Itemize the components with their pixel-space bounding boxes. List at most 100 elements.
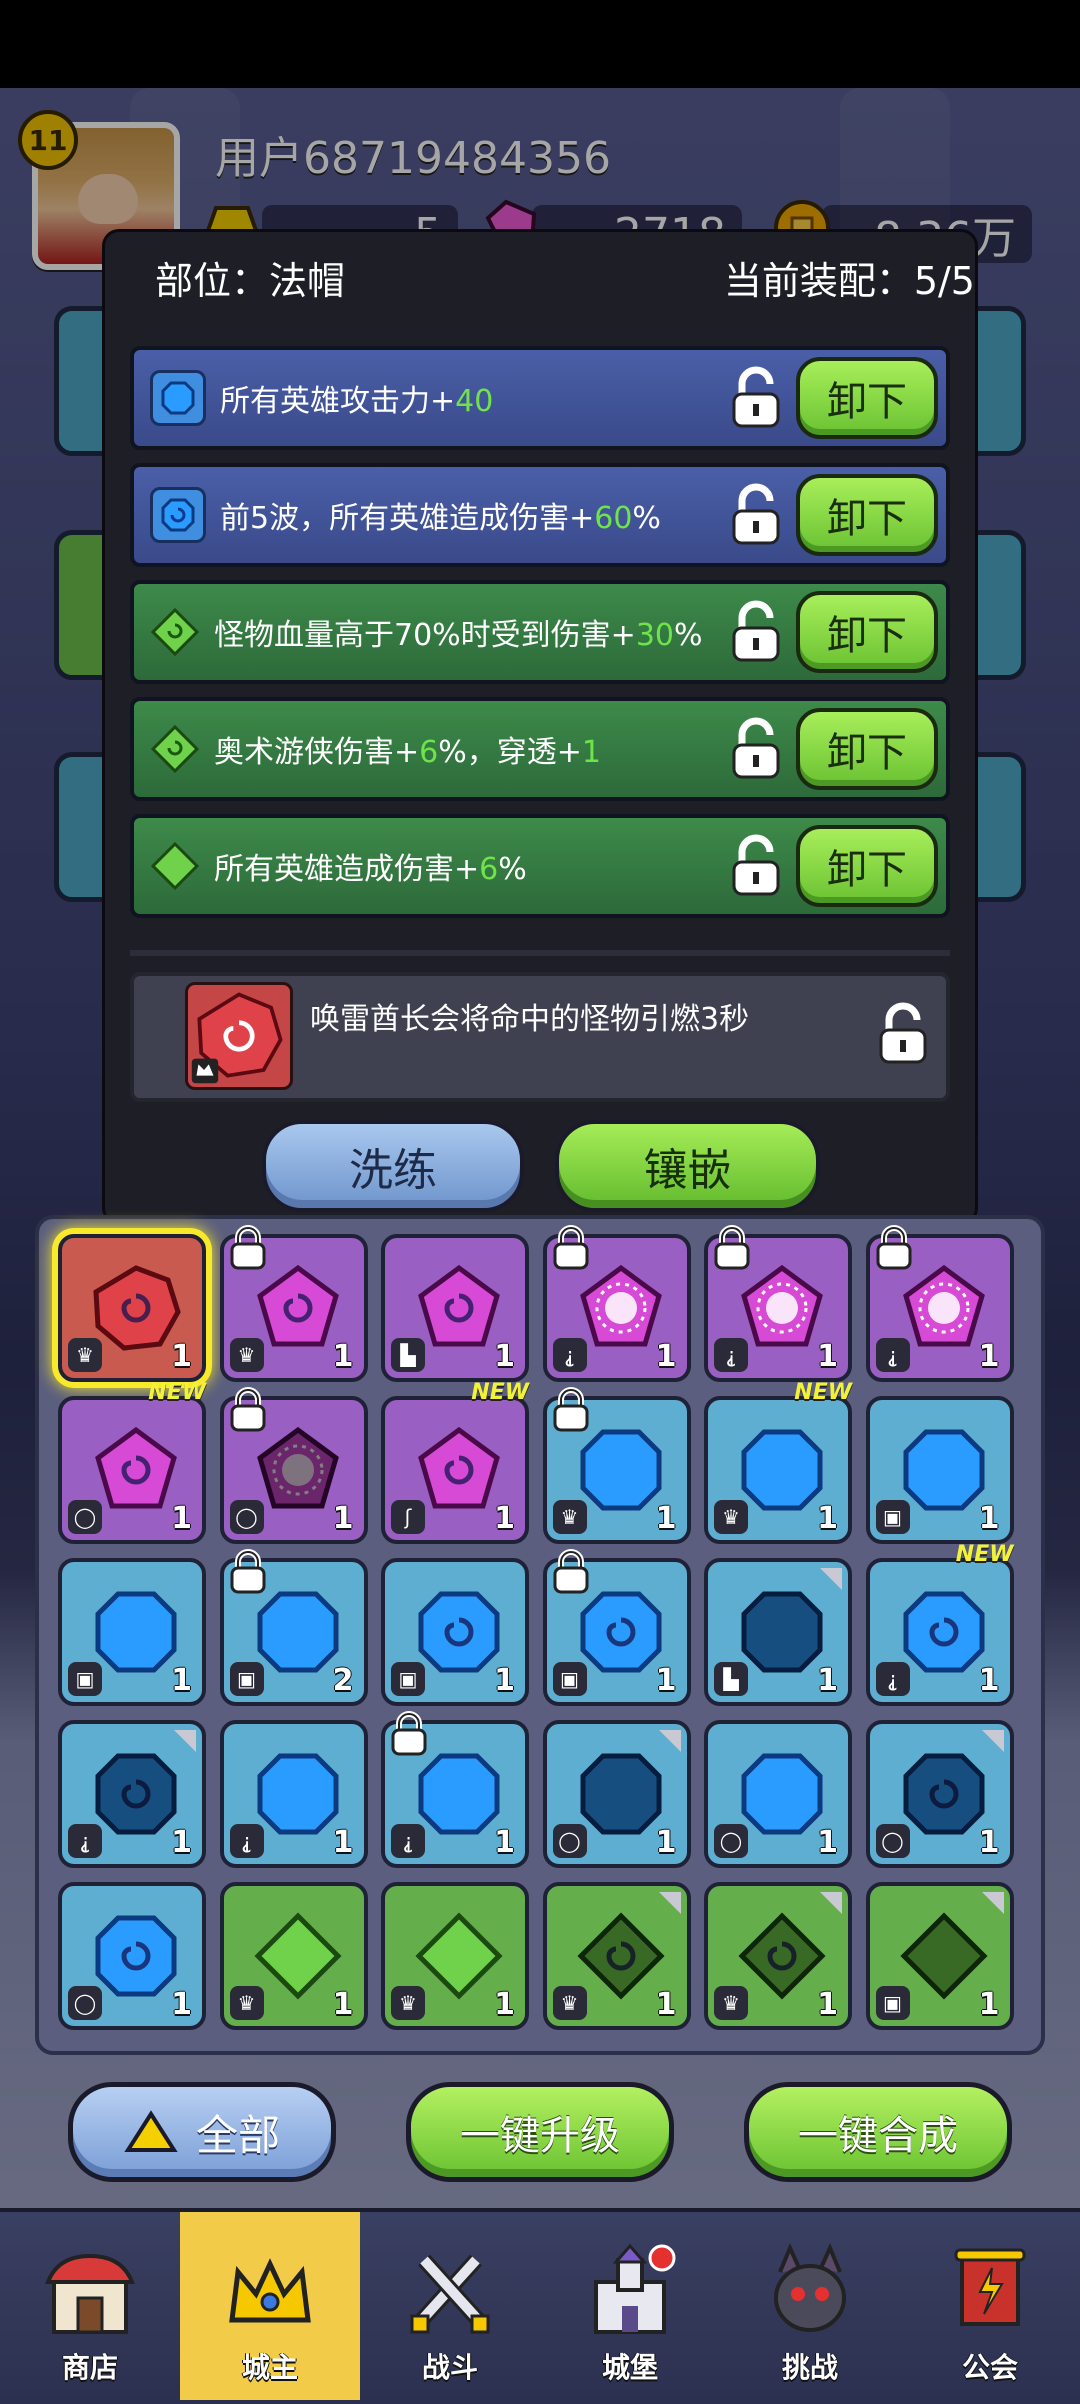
ring-type-icon: ◯ bbox=[68, 1986, 102, 2020]
crown-type-icon: ♛ bbox=[391, 1986, 425, 2020]
gem-count: 1 bbox=[332, 1987, 354, 2022]
gem-cell[interactable]: ⸘ 1 bbox=[381, 1711, 529, 1868]
gem-cell[interactable]: ⸘ 1 bbox=[58, 1720, 206, 1868]
gem-cell[interactable]: ⸘ 1 bbox=[704, 1225, 852, 1382]
gem-cell[interactable]: ▣ 1 bbox=[865, 1882, 1014, 2030]
gem-cell[interactable]: ▣ 1 bbox=[58, 1558, 206, 1706]
unlock-icon[interactable] bbox=[728, 483, 784, 547]
gem-count: 1 bbox=[655, 1663, 677, 1698]
nav-label: 战斗 bbox=[421, 2351, 478, 2384]
purple-gem-icon bbox=[902, 1264, 985, 1347]
red-rune-icon bbox=[185, 982, 293, 1090]
gem-cell[interactable]: ♛ 1 bbox=[542, 1882, 691, 2030]
nav-label: 城堡 bbox=[601, 2351, 658, 2384]
ring-type-icon: ◯ bbox=[714, 1824, 748, 1858]
unload-button[interactable]: 卸下 bbox=[796, 474, 938, 556]
green-gem-icon bbox=[738, 1912, 826, 2000]
equipped-row: 奥术游侠伤害+6%，穿透+1 卸下 bbox=[130, 697, 950, 801]
gem-cell[interactable]: ⸘ 1 bbox=[542, 1225, 691, 1382]
gem-cell[interactable]: ▣ 1 bbox=[865, 1396, 1014, 1544]
divider bbox=[130, 950, 950, 956]
blue-gem-icon bbox=[903, 1591, 984, 1673]
gem-count: 1 bbox=[332, 1339, 354, 1374]
nav-challenge[interactable]: 挑战 bbox=[720, 2212, 900, 2400]
gem-count: 1 bbox=[171, 1339, 192, 1374]
unlock-icon[interactable] bbox=[728, 366, 784, 430]
gem-cell[interactable]: ♛ 1 bbox=[219, 1882, 368, 2030]
gem-cell[interactable]: ▣ 1 bbox=[381, 1558, 529, 1706]
slot-label: 部位：法帽 bbox=[155, 259, 346, 303]
unlock-icon[interactable] bbox=[728, 600, 784, 664]
gem-count: 1 bbox=[171, 1825, 192, 1860]
gem-cell[interactable]: ⸘ 1 bbox=[219, 1720, 368, 1868]
nav-label: 城主 bbox=[241, 2351, 298, 2384]
nav-battle[interactable]: 战斗 bbox=[360, 2212, 540, 2400]
staff-type-icon: ⸘ bbox=[229, 1824, 264, 1858]
gem-cell[interactable]: ⸘ 1 bbox=[865, 1225, 1014, 1382]
new-badge: NEW bbox=[955, 1542, 1014, 1567]
gem-count: 1 bbox=[171, 1501, 192, 1536]
gem-count: 1 bbox=[978, 1339, 1000, 1374]
gem-cell[interactable]: ▣ 2 bbox=[219, 1549, 368, 1706]
gem-count: 1 bbox=[655, 1987, 677, 2022]
gem-count: 2 bbox=[332, 1663, 354, 1698]
nav-castle[interactable]: 城堡 bbox=[540, 2212, 720, 2400]
blue-gem-icon bbox=[580, 1429, 661, 1511]
gem-cell[interactable]: ♛ 1 bbox=[704, 1882, 852, 2030]
ring-type-icon: ◯ bbox=[68, 1500, 102, 1534]
green-gem-icon bbox=[576, 1912, 665, 2000]
gem-cell[interactable]: ◯ 1 bbox=[219, 1387, 368, 1544]
unload-button[interactable]: 卸下 bbox=[796, 708, 938, 790]
unlock-icon[interactable] bbox=[875, 1002, 931, 1066]
crossed-swords-icon bbox=[410, 2254, 490, 2334]
blue-gem-icon bbox=[95, 1915, 177, 1997]
gem-cell[interactable]: ▙ 1 bbox=[381, 1234, 529, 1382]
gem-cell[interactable]: ◯ 1 bbox=[704, 1720, 852, 1868]
staff-type-icon: ⸘ bbox=[875, 1338, 910, 1372]
inlay-button[interactable]: 镶嵌 bbox=[555, 1120, 820, 1212]
gem-cell[interactable]: ▣ 1 bbox=[542, 1549, 691, 1706]
unlock-icon[interactable] bbox=[728, 834, 784, 898]
gem-count: 1 bbox=[655, 1825, 677, 1860]
equipped-effect-text: 所有英雄造成伤害+6% bbox=[214, 852, 527, 887]
filter-all-button[interactable]: 全部 bbox=[68, 2082, 336, 2182]
gem-cell[interactable]: ♛ 1 bbox=[58, 1234, 206, 1382]
corner-marker-icon bbox=[981, 1892, 1004, 1914]
gem-cell[interactable]: ◯ 1 bbox=[865, 1720, 1014, 1868]
gem-cell[interactable]: ♛ 1 bbox=[381, 1882, 529, 2030]
gem-cell[interactable]: ◯ 1 bbox=[542, 1720, 691, 1868]
crown-type-icon: ♛ bbox=[714, 1500, 748, 1534]
gem-cell[interactable]: ♛ 1 bbox=[219, 1225, 368, 1382]
red-gem-icon bbox=[93, 1265, 181, 1351]
gem-count: 1 bbox=[978, 1663, 1000, 1698]
unload-button[interactable]: 卸下 bbox=[796, 357, 938, 439]
equip-count: 当前装配：5/5 bbox=[723, 259, 975, 303]
gem-cell[interactable]: ▙ 1 bbox=[704, 1558, 852, 1706]
gem-cell[interactable]: ʃ 1 NEW bbox=[381, 1380, 529, 1544]
nav-guild[interactable]: 公会 bbox=[900, 2212, 1080, 2400]
nav-shop[interactable]: 商店 bbox=[0, 2212, 180, 2400]
unlock-icon[interactable] bbox=[728, 717, 784, 781]
crown-type-icon: ♛ bbox=[552, 1986, 587, 2020]
green-gem-icon bbox=[899, 1912, 988, 2000]
upgrade-all-button[interactable]: 一键升级 bbox=[406, 2082, 674, 2182]
purple-gem-icon bbox=[418, 1426, 500, 1509]
blue-gem-icon bbox=[418, 1591, 500, 1673]
gem-cell[interactable]: ◯ 1 bbox=[58, 1882, 206, 2030]
gem-count: 1 bbox=[494, 1825, 515, 1860]
unload-button[interactable]: 卸下 bbox=[796, 825, 938, 907]
gem-cell[interactable]: ⸘ 1 NEW bbox=[865, 1542, 1014, 1706]
nav-lord[interactable]: 城主 bbox=[180, 2212, 360, 2400]
gem-count: 1 bbox=[171, 1987, 192, 2022]
unload-button[interactable]: 卸下 bbox=[796, 591, 938, 673]
gem-cell[interactable]: ♛ 1 bbox=[542, 1387, 691, 1544]
corner-marker-icon bbox=[174, 1730, 196, 1752]
gem-cell[interactable]: ♛ 1 NEW bbox=[704, 1380, 852, 1544]
notification-dot bbox=[648, 2244, 676, 2272]
gem-cell[interactable]: ◯ 1 NEW bbox=[58, 1380, 206, 1544]
merge-all-button[interactable]: 一键合成 bbox=[744, 2082, 1012, 2182]
blue-swirl-gem-icon bbox=[150, 487, 206, 543]
blue-gem-icon bbox=[903, 1429, 984, 1511]
refine-button[interactable]: 洗练 bbox=[262, 1120, 524, 1212]
green-swirl-gem-icon bbox=[150, 724, 200, 774]
